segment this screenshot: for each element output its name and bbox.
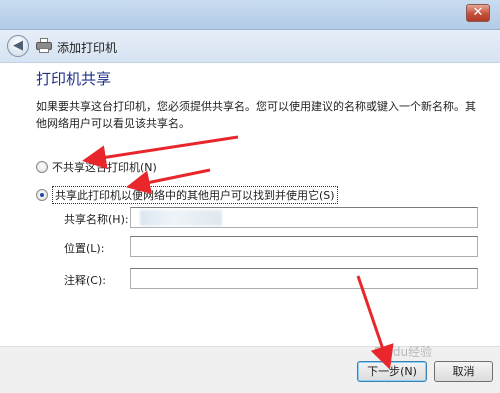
location-label: 位置(L): — [64, 242, 105, 255]
watermark: Baidu经验 — [374, 345, 433, 359]
next-button[interactable]: 下一步(N) — [357, 361, 427, 382]
no-share-option[interactable]: 不共享这台打印机(N) — [36, 159, 157, 175]
close-icon[interactable]: ✕ — [466, 4, 490, 22]
wizard-title: 添加打印机 — [57, 41, 118, 55]
comment-input[interactable] — [130, 268, 478, 289]
location-input[interactable] — [130, 236, 478, 257]
share-option[interactable]: 共享此打印机以便网络中的其他用户可以找到并使用它(S) — [36, 186, 338, 204]
share-name-label: 共享名称(H): — [64, 213, 129, 226]
printer-icon — [36, 38, 52, 54]
page-description: 如果要共享这台打印机，您必须提供共享名。您可以使用建议的名称或键入一个新名称。其… — [36, 100, 476, 130]
no-share-label: 不共享这台打印机(N) — [52, 161, 157, 174]
share-label: 共享此打印机以便网络中的其他用户可以找到并使用它(S) — [52, 186, 338, 204]
share-radio[interactable] — [36, 189, 48, 201]
page-heading: 打印机共享 — [36, 70, 112, 88]
window-titlebar: ✕ — [0, 0, 500, 30]
blurred-share-name — [140, 210, 222, 226]
no-share-radio[interactable] — [36, 161, 48, 173]
back-arrow-icon[interactable]: ◀ — [7, 35, 29, 57]
wizard-navbar: ◀ 添加打印机 — [0, 30, 500, 63]
cancel-button[interactable]: 取消 — [434, 361, 493, 382]
wizard-content: 打印机共享 如果要共享这台打印机，您必须提供共享名。您可以使用建议的名称或键入一… — [0, 63, 500, 346]
comment-label: 注释(C): — [64, 274, 106, 287]
